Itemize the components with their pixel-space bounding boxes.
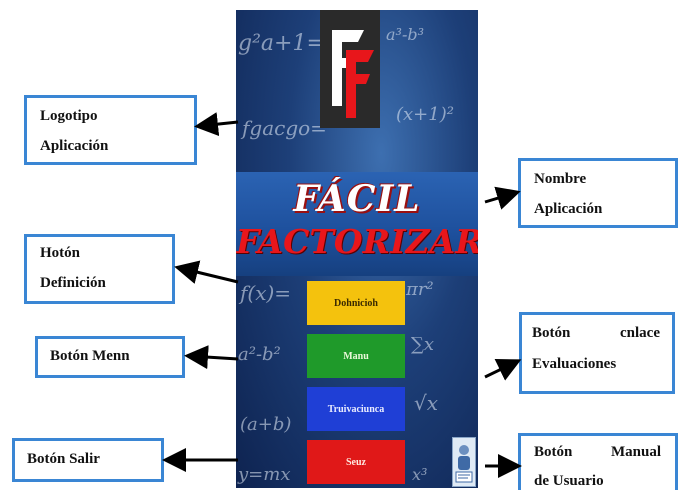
callout-eval-line2: Evaluaciones [532,356,617,372]
callout-logo-line1: Logotipo [40,108,98,124]
svg-text:a³-b³: a³-b³ [386,25,424,44]
callout-definition-line1: Hotón [40,245,81,261]
svg-text:√x: √x [414,391,438,415]
arrow-right-icon [484,186,521,210]
svg-text:x³: x³ [412,465,427,484]
callout-eval-line1a: Botón [532,325,571,341]
svg-text:(x+1)²: (x+1)² [396,104,454,125]
callout-menu-line1: Botón Menn [50,348,130,364]
callout-definition: Hotón Definición [24,234,175,304]
evaluations-link-button[interactable]: Truivaciunca [307,387,405,431]
callout-definition-line2: Definición [40,275,106,291]
callout-app-name: Nombre Aplicación [518,158,678,228]
callout-name-line1: Nombre [534,171,587,187]
svg-text:a²-b²: a²-b² [238,344,281,365]
svg-text:y=mx: y=mx [237,464,290,485]
app-name-line2: FACTORIZAR [236,222,478,261]
user-manual-button[interactable] [452,437,476,487]
definition-button[interactable]: Dohnicioh [307,281,405,325]
user-manual-icon [455,445,473,483]
callout-evaluations: Botón cnlace Evaluaciones [519,312,675,394]
callout-exit: Botón Salir [12,438,164,482]
app-logo [320,10,380,128]
callout-eval-line1b: cnlace [620,325,660,341]
callout-logo: Logotipo Aplicación [24,95,197,165]
ff-logo-icon [332,30,374,118]
svg-text:f(x)=: f(x)= [238,281,291,305]
callout-manual-line1a: Botón [534,444,573,460]
arrow-right-icon [484,359,522,381]
svg-text:(a+b): (a+b) [240,414,291,435]
svg-text:g²a+1=: g²a+1= [238,31,325,56]
callout-manual-line1b: Manual [610,444,661,460]
callout-menu: Botón Menn [35,336,185,378]
app-name-line1: FÁCIL [293,178,421,220]
menu-button[interactable]: Manu [307,334,405,378]
exit-button[interactable]: Seuz [307,440,405,484]
svg-text:∑x: ∑x [411,334,434,355]
callout-manual-line2: de Usuario [534,473,604,489]
arrow-right-icon [174,260,239,284]
app-screen: g²a+1= a³-b³ fgacgo= (x+1)² f(x)= πr² a²… [236,10,478,488]
callout-exit-line1: Botón Salir [27,451,100,467]
svg-text:fgacgo=: fgacgo= [240,116,327,140]
arrow-right-icon [184,345,239,370]
svg-text:πr²: πr² [405,279,434,300]
callout-logo-line2: Aplicación [40,138,109,154]
callout-manual: Botón Manual de Usuario [518,433,678,490]
arrow-right-icon [194,112,239,137]
callout-name-line2: Aplicación [534,201,603,217]
